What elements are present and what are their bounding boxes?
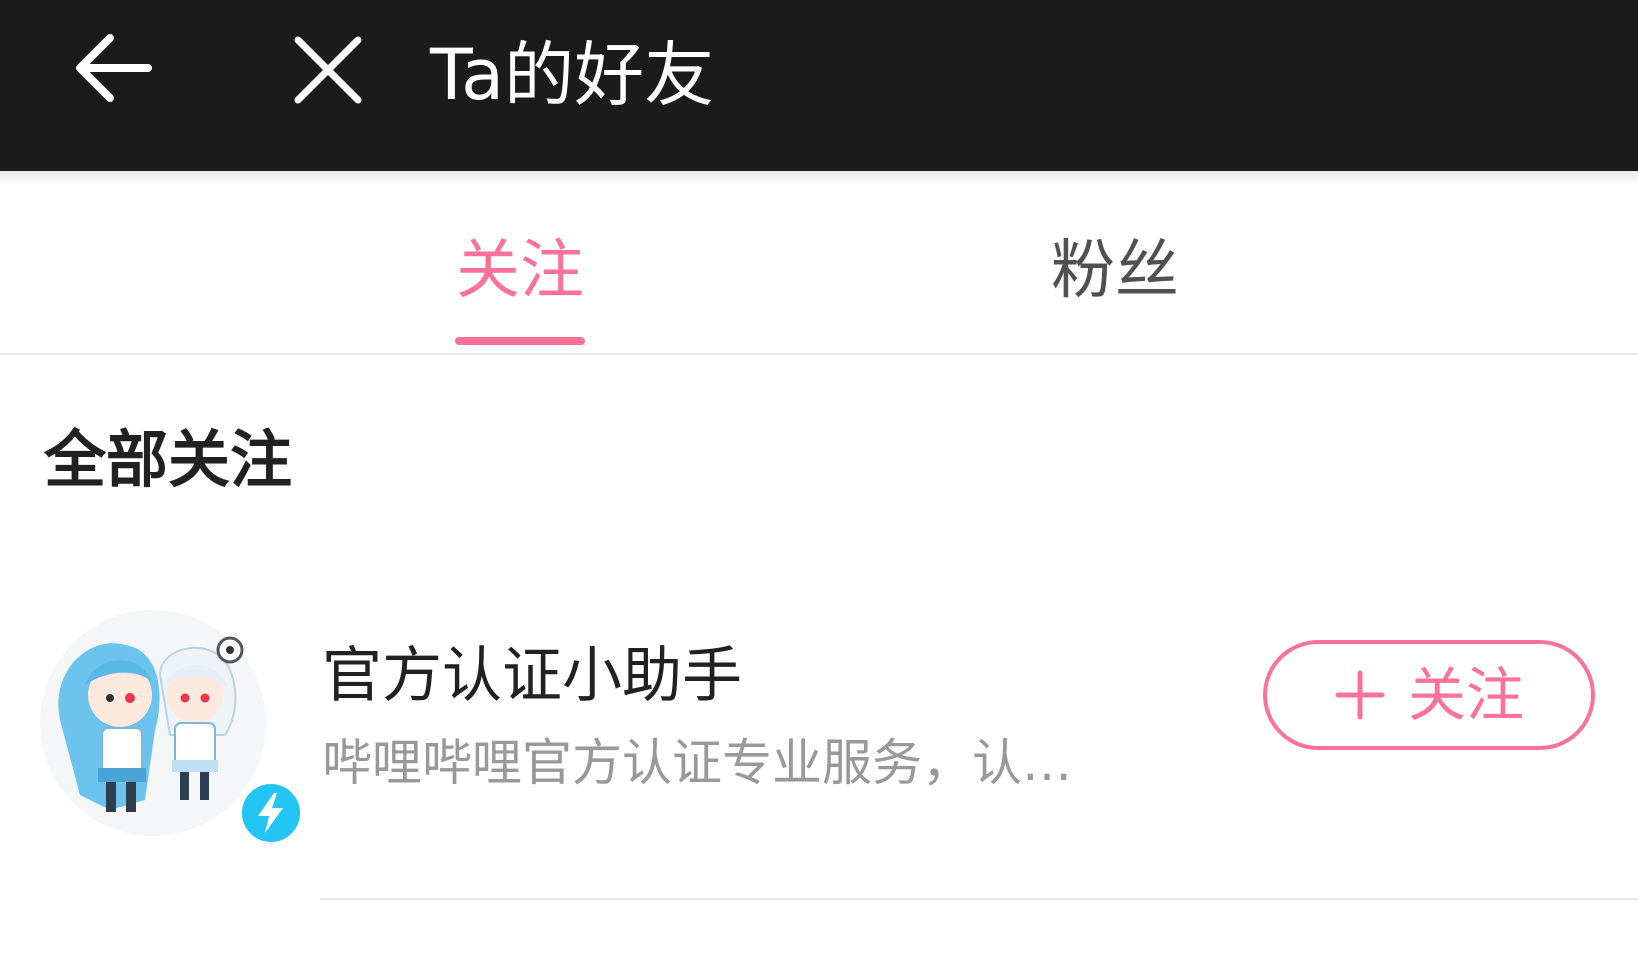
- section-title: 全部关注: [44, 423, 293, 496]
- avatar[interactable]: [40, 610, 304, 846]
- tab-fans[interactable]: 粉丝: [985, 231, 1245, 351]
- tab-following[interactable]: 关注: [390, 231, 650, 351]
- close-icon: [294, 36, 362, 104]
- user-description: 哔哩哔哩官方认证专业服务，认…: [322, 734, 1072, 792]
- arrow-left-icon: [76, 34, 152, 102]
- list-item[interactable]: 官方认证小助手 哔哩哔哩官方认证专业服务，认… 关注: [0, 600, 1638, 900]
- tab-fans-label: 粉丝: [1051, 234, 1179, 308]
- user-name: 官方认证小助手: [322, 641, 742, 711]
- tab-bar: 关注 粉丝: [0, 171, 1638, 355]
- top-app-bar: Ta的好友: [0, 0, 1638, 171]
- list-divider: [320, 898, 1638, 900]
- follow-button-label: 关注: [1407, 661, 1524, 729]
- anime-characters-avatar: [58, 636, 244, 812]
- lightning-verified-icon: [258, 793, 283, 833]
- back-button[interactable]: [60, 20, 170, 130]
- tab-following-label: 关注: [456, 234, 584, 308]
- follow-button[interactable]: 关注: [1263, 640, 1595, 750]
- page-title: Ta的好友: [430, 34, 715, 116]
- verified-badge: [238, 780, 304, 846]
- close-button[interactable]: [270, 20, 380, 130]
- plus-icon: [1335, 670, 1385, 720]
- active-tab-indicator: [455, 337, 585, 345]
